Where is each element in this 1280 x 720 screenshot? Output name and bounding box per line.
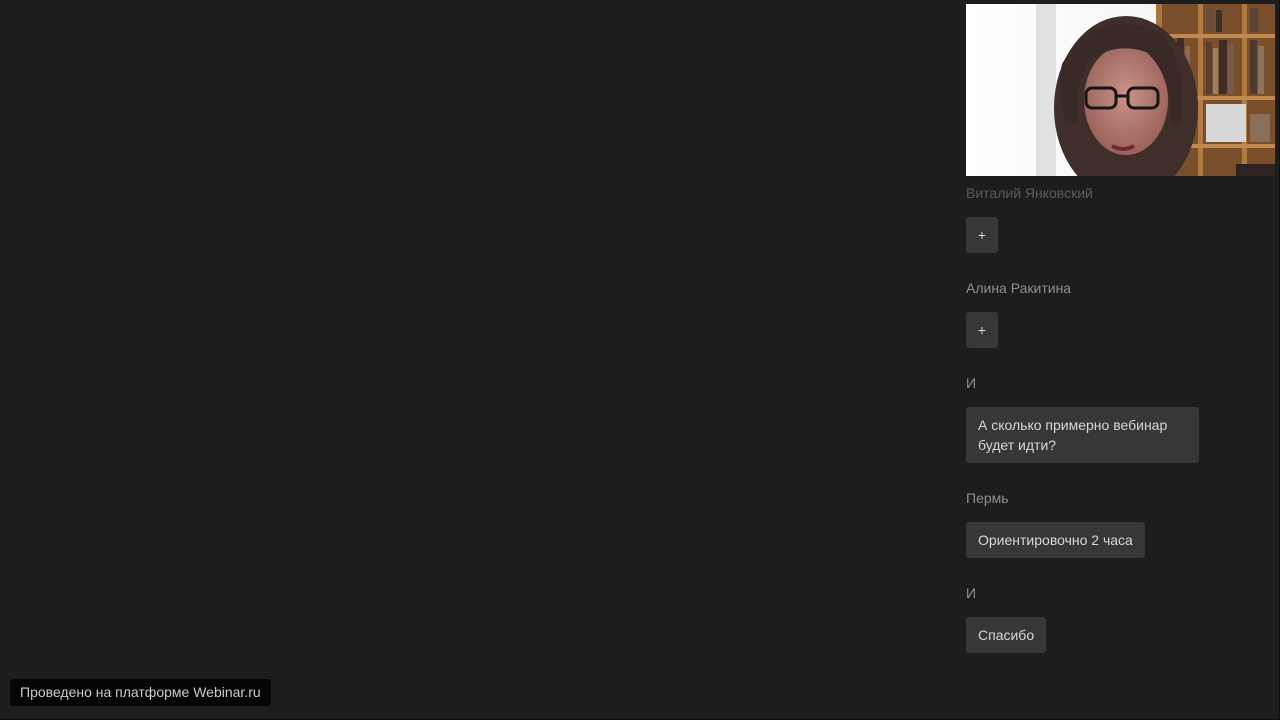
message-bubble: + <box>966 312 998 348</box>
side-panel: Виталий Янковский + Алина Ракитина + И А… <box>966 0 1280 720</box>
chat-message: Алина Ракитина + <box>966 279 1266 348</box>
message-sender: Алина Ракитина <box>966 280 1072 296</box>
message-bubble: Спасибо <box>966 617 1047 653</box>
message-bubble: + <box>966 217 998 253</box>
chat-message: И Спасибо <box>966 584 1266 653</box>
platform-badge[interactable]: Проведено на платформе Webinar.ru <box>10 679 271 706</box>
chat-feed: Виталий Янковский + Алина Ракитина + И А… <box>966 184 1266 679</box>
message-sender: Виталий Янковский <box>966 185 1093 201</box>
presentation-area <box>0 0 960 720</box>
chat-message: И А сколько примерно вебинар будет идти? <box>966 374 1266 463</box>
message-sender: И <box>966 585 977 601</box>
message-sender: И <box>966 375 977 391</box>
message-sender: Пермь <box>966 490 1009 506</box>
message-bubble: Ориентировочно 2 часа <box>966 522 1145 558</box>
message-bubble: А сколько примерно вебинар будет идти? <box>966 407 1199 463</box>
webcam-feed-image <box>966 4 1275 178</box>
webcam-video[interactable] <box>966 4 1275 178</box>
chat-message: Пермь Ориентировочно 2 часа <box>966 489 1266 558</box>
chat-message: Виталий Янковский + <box>966 184 1266 253</box>
webinar-room: Виталий Янковский + Алина Ракитина + И А… <box>0 0 1280 720</box>
